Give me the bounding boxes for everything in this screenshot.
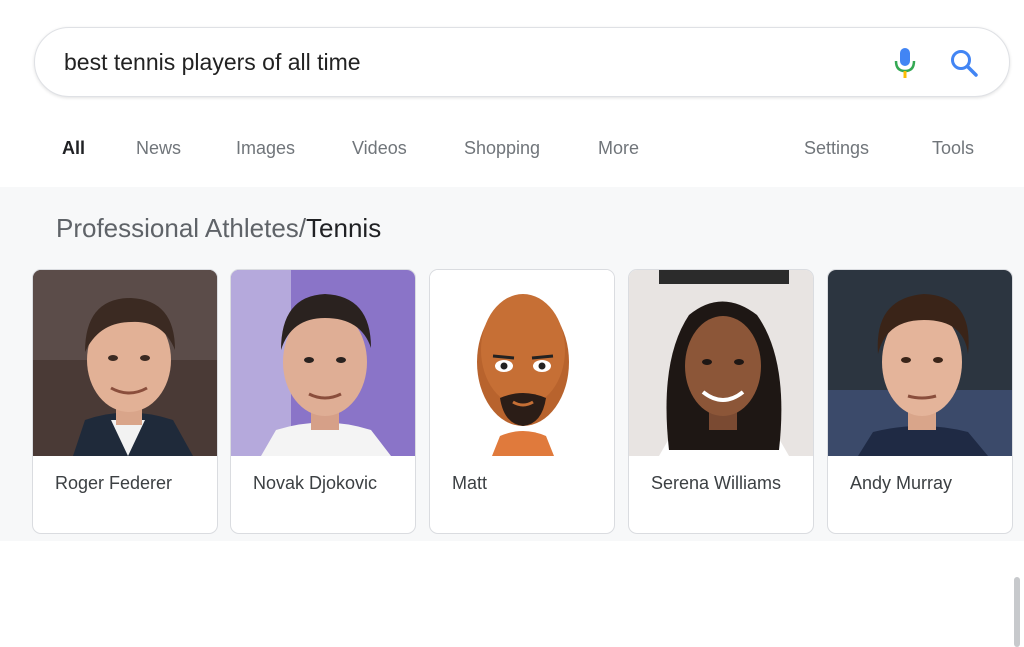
athlete-card[interactable]: Roger Federer [32,269,218,534]
tab-news[interactable]: News [136,138,181,159]
category-separator: / [298,213,307,243]
search-icon[interactable] [948,47,980,79]
athlete-name[interactable]: Serena Williams [651,470,801,497]
athlete-name[interactable]: Andy Murray [850,470,1000,497]
person-photo [33,270,217,456]
category-label[interactable]: Professional Athletes [56,213,299,243]
athlete-name[interactable]: Matt [452,470,602,497]
search-tabs: All News Images Videos Shopping More Set… [0,130,1024,170]
athlete-card[interactable]: Matt [429,269,615,534]
athlete-card[interactable]: Serena Williams [628,269,814,534]
person-photo [231,270,415,456]
athlete-name[interactable]: Novak Djokovic [253,470,403,497]
search-bar[interactable]: best tennis players of all time [34,27,1010,97]
person-photo [629,270,813,456]
person-photo [828,270,1012,456]
panel-title: Professional Athletes/Tennis [56,213,381,244]
scrollbar[interactable] [1014,577,1020,647]
mii-avatar-icon [430,270,614,456]
athlete-card[interactable]: Andy Murray [827,269,1013,534]
tab-more[interactable]: More [598,138,639,159]
tab-shopping[interactable]: Shopping [464,138,540,159]
tab-images[interactable]: Images [236,138,295,159]
subcategory-label: Tennis [306,213,382,243]
knowledge-panel: Professional Athletes/Tennis Roger Feder… [0,187,1024,647]
tools-link[interactable]: Tools [932,138,974,159]
microphone-icon[interactable] [893,46,917,80]
settings-link[interactable]: Settings [804,138,869,159]
athlete-card[interactable]: Novak Djokovic [230,269,416,534]
athlete-name[interactable]: Roger Federer [55,470,205,497]
tab-all[interactable]: All [62,138,85,159]
tab-videos[interactable]: Videos [352,138,407,159]
search-input[interactable]: best tennis players of all time [64,49,361,76]
